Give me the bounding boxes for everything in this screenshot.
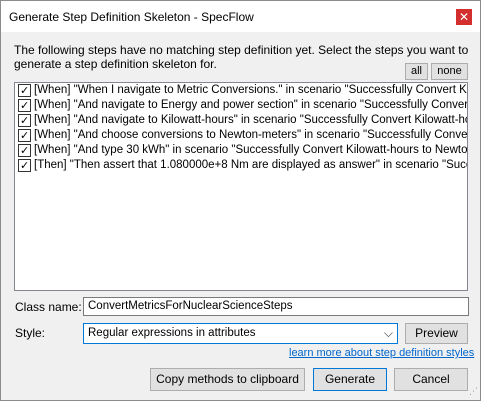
step-checkbox[interactable]: ✓ xyxy=(18,84,31,97)
step-text: [When] "And navigate to Kilowatt-hours" … xyxy=(34,114,467,126)
learn-more-link[interactable]: learn more about step definition styles xyxy=(289,347,474,359)
step-text: [When] "And type 30 kWh" in scenario "Su… xyxy=(34,144,468,156)
checkmark-icon: ✓ xyxy=(20,84,30,97)
select-none-button[interactable]: none xyxy=(431,63,468,80)
step-checkbox[interactable]: ✓ xyxy=(18,114,31,127)
select-all-button[interactable]: all xyxy=(405,63,428,80)
dialog-window: Generate Step Definition Skeleton - Spec… xyxy=(0,0,481,401)
step-text: [Then] "Then assert that 1.080000e+8 Nm … xyxy=(34,159,467,171)
resize-grip-icon[interactable]: ⋰ xyxy=(466,386,478,398)
step-checkbox[interactable]: ✓ xyxy=(18,99,31,112)
step-list-item[interactable]: ✓ [When] "And navigate to Energy and powe… xyxy=(15,98,467,113)
checkmark-icon: ✓ xyxy=(20,114,30,127)
step-list-item[interactable]: ✓ [When] "And choose conversions to Newto… xyxy=(15,128,467,143)
style-label: Style: xyxy=(15,326,46,340)
cancel-button[interactable]: Cancel xyxy=(394,368,468,391)
generate-button[interactable]: Generate xyxy=(313,368,387,391)
style-selected-value: Regular expressions in attributes xyxy=(88,327,256,339)
step-text: [When] "And navigate to Energy and power… xyxy=(34,99,468,111)
style-select[interactable]: Regular expressions in attributes ⌵ xyxy=(83,323,398,344)
step-list-item[interactable]: ✓ [When] "And navigate to Kilowatt-hours"… xyxy=(15,113,467,128)
checkmark-icon: ✓ xyxy=(20,159,30,172)
step-text: [When] "When I navigate to Metric Conver… xyxy=(34,84,467,96)
window-title: Generate Step Definition Skeleton - Spec… xyxy=(9,10,254,24)
close-icon[interactable]: ✕ xyxy=(456,9,472,25)
step-text: [When] "And choose conversions to Newton… xyxy=(34,129,468,141)
checkmark-icon: ✓ xyxy=(20,129,30,142)
steps-listbox[interactable]: ✓ [When] "When I navigate to Metric Conve… xyxy=(14,82,468,291)
checkmark-icon: ✓ xyxy=(20,99,30,112)
step-checkbox[interactable]: ✓ xyxy=(18,129,31,142)
title-bar[interactable]: Generate Step Definition Skeleton - Spec… xyxy=(1,1,480,32)
checkmark-icon: ✓ xyxy=(20,144,30,157)
preview-button[interactable]: Preview xyxy=(405,323,468,344)
copy-methods-button[interactable]: Copy methods to clipboard xyxy=(150,368,305,391)
step-checkbox[interactable]: ✓ xyxy=(18,144,31,157)
step-list-item[interactable]: ✓ [When] "When I navigate to Metric Conve… xyxy=(15,83,467,98)
step-list-item[interactable]: ✓ [When] "And type 30 kWh" in scenario "S… xyxy=(15,143,467,158)
class-name-input[interactable]: ConvertMetricsForNuclearScienceSteps xyxy=(83,297,469,316)
step-checkbox[interactable]: ✓ xyxy=(18,159,31,172)
step-list-item[interactable]: ✓ [Then] "Then assert that 1.080000e+8 Nm… xyxy=(15,158,467,173)
class-name-label: Class name: xyxy=(15,300,82,314)
chevron-down-icon[interactable]: ⌵ xyxy=(384,326,393,341)
